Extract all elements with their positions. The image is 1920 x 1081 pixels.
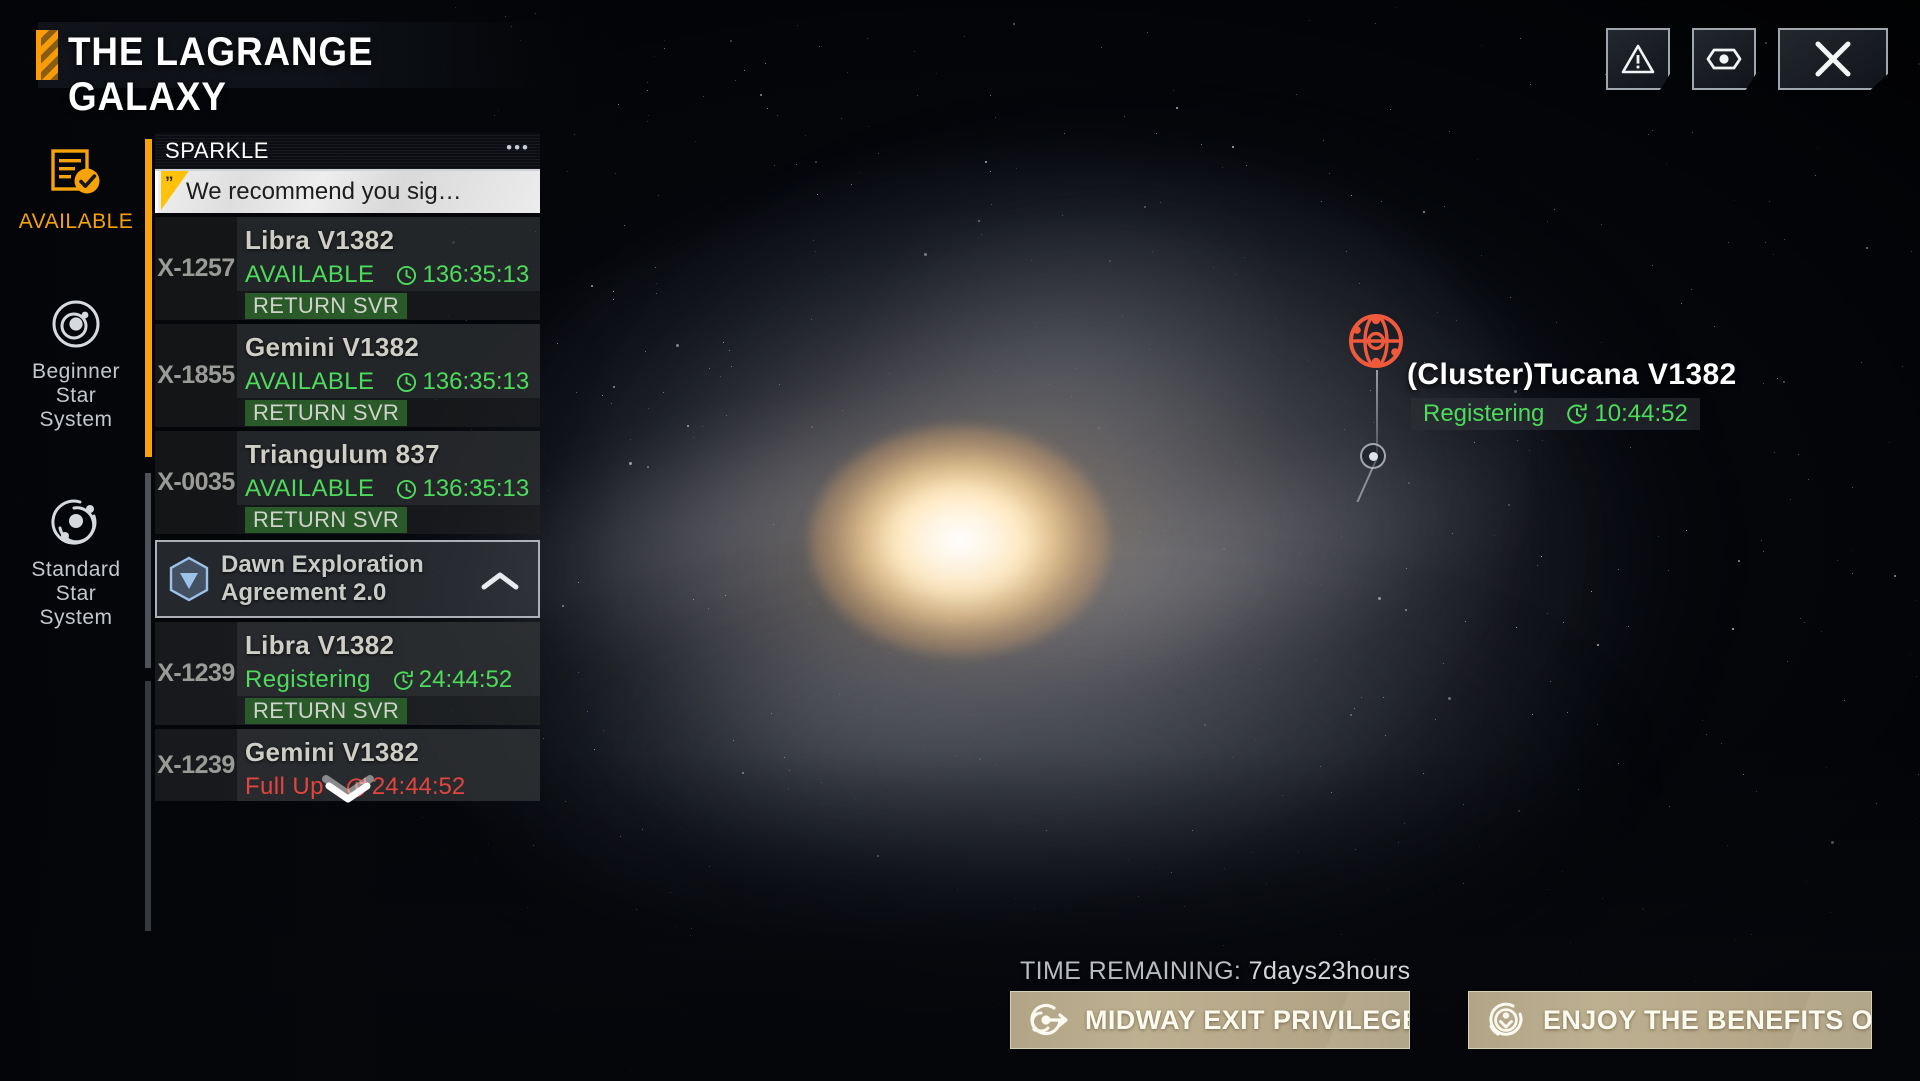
server-tag: RETURN SVR bbox=[245, 698, 408, 724]
agreement-title-line2: Agreement 2.0 bbox=[221, 579, 387, 606]
clock-refresh-icon bbox=[1567, 403, 1588, 424]
server-name: Gemini V1382 bbox=[245, 332, 420, 362]
sidebar-nav: AVAILABLE Beginner Star System Standard … bbox=[0, 140, 152, 686]
clock-refresh-icon bbox=[393, 670, 413, 690]
server-timer: 136:35:13 bbox=[422, 261, 530, 288]
server-id: X-1239 bbox=[155, 622, 237, 725]
server-row[interactable]: X-1239 Libra V1382 Registering 24:44:52 … bbox=[155, 622, 540, 725]
server-id: X-0035 bbox=[155, 431, 237, 534]
server-name: Libra V1382 bbox=[245, 225, 395, 255]
agreement-title: Dawn Exploration Agreement 2.0 bbox=[221, 551, 424, 607]
page-title: THE LAGRANGE GALAXY bbox=[68, 30, 374, 119]
server-timer: 136:35:13 bbox=[422, 368, 530, 395]
hexagon-triangle-icon bbox=[169, 556, 209, 602]
cluster-status: Registering bbox=[1423, 400, 1545, 427]
cluster-anchor-node[interactable] bbox=[1360, 443, 1386, 469]
sidebar-item-label: Beginner Star System bbox=[31, 360, 121, 431]
clock-icon bbox=[397, 372, 417, 392]
exit-arrow-icon-wrap bbox=[1011, 1000, 1085, 1040]
exit-arrow-icon bbox=[1030, 1003, 1068, 1036]
cluster-status-badge: Registering 10:44:52 bbox=[1411, 398, 1700, 430]
download-refresh-icon bbox=[1489, 1002, 1523, 1036]
server-row[interactable]: X-1257 Libra V1382 AVAILABLE 136:35:13 R… bbox=[155, 217, 540, 320]
server-timer: 24:44:52 bbox=[418, 666, 513, 693]
orbit-icon bbox=[51, 499, 97, 545]
sidebar-item-standard-star-system[interactable]: Standard Star System bbox=[0, 488, 152, 640]
server-timer-group: 136:35:13 bbox=[396, 475, 529, 503]
server-timer: 136:35:13 bbox=[422, 475, 530, 502]
warning-button[interactable] bbox=[1606, 28, 1670, 90]
close-x-icon bbox=[1815, 41, 1851, 77]
midway-exit-privilege-button[interactable]: MIDWAY EXIT PRIVILEGE bbox=[1010, 991, 1410, 1049]
recommendation-banner[interactable]: ” We recommend you sig… bbox=[155, 171, 540, 213]
clock-icon bbox=[397, 265, 417, 285]
group-title: SPARKLE bbox=[165, 138, 270, 163]
chevron-up-icon bbox=[481, 572, 519, 590]
group-header[interactable]: SPARKLE ••• bbox=[155, 133, 540, 171]
cluster-timer: 10:44:52 bbox=[1594, 400, 1688, 427]
server-status: AVAILABLE bbox=[245, 261, 375, 288]
server-tag: RETURN SVR bbox=[245, 400, 408, 426]
close-button[interactable] bbox=[1778, 28, 1888, 90]
recommendation-text: We recommend you sig… bbox=[186, 178, 462, 205]
checklist-icon bbox=[51, 149, 100, 194]
server-list-panel: SPARKLE ••• ” We recommend you sig… X-12… bbox=[145, 133, 540, 931]
header: THE LAGRANGE GALAXY bbox=[0, 0, 560, 119]
server-tag: RETURN SVR bbox=[245, 293, 408, 319]
sidebar-item-label: Standard Star System bbox=[31, 558, 121, 629]
warning-triangle-icon bbox=[1621, 44, 1655, 74]
panel-accent-tertiary bbox=[145, 681, 151, 931]
enjoy-benefits-label: ENJOY THE BENEFITS OF… bbox=[1543, 1004, 1872, 1035]
orbit-icon bbox=[52, 300, 100, 348]
server-id: X-1257 bbox=[155, 217, 237, 320]
cluster-node-icon bbox=[1349, 314, 1403, 368]
time-remaining-value: 7days23hours bbox=[1248, 957, 1411, 985]
server-id: X-1855 bbox=[155, 324, 237, 427]
midway-exit-privilege-label: MIDWAY EXIT PRIVILEGE bbox=[1085, 1004, 1410, 1035]
server-timer-group: 136:35:13 bbox=[396, 261, 529, 289]
group-menu-icon[interactable]: ••• bbox=[506, 138, 530, 158]
server-timer-group: 24:44:52 bbox=[393, 666, 512, 694]
scroll-down-button[interactable] bbox=[155, 771, 540, 805]
cluster-name: (Cluster)Tucana V1382 bbox=[1407, 358, 1737, 391]
sidebar-item-beginner-star-system[interactable]: Beginner Star System bbox=[0, 290, 152, 442]
eye-icon bbox=[1706, 48, 1742, 70]
time-remaining-label: TIME REMAINING: bbox=[1020, 957, 1242, 985]
server-status: AVAILABLE bbox=[245, 475, 375, 502]
download-refresh-icon-wrap bbox=[1469, 1000, 1543, 1040]
cluster-timer-group: 10:44:52 bbox=[1566, 400, 1688, 428]
cluster-icon-wrap bbox=[1345, 310, 1407, 377]
clock-icon bbox=[397, 479, 417, 499]
enjoy-benefits-button[interactable]: ENJOY THE BENEFITS OF… bbox=[1468, 991, 1872, 1049]
sidebar-item-available[interactable]: AVAILABLE bbox=[0, 140, 152, 244]
header-accent-mark bbox=[36, 30, 58, 80]
server-status: AVAILABLE bbox=[245, 368, 375, 395]
agreement-title-line1: Dawn Exploration bbox=[221, 551, 424, 578]
server-name: Gemini V1382 bbox=[245, 737, 420, 767]
bottom-action-bar: TIME REMAINING: 7days23hours MIDWAY EXIT… bbox=[1010, 957, 1890, 1049]
server-name: Triangulum 837 bbox=[245, 439, 440, 469]
top-right-button-group bbox=[1606, 28, 1888, 90]
sidebar-item-label: AVAILABLE bbox=[18, 210, 134, 233]
agreement-header[interactable]: Dawn Exploration Agreement 2.0 bbox=[155, 540, 540, 618]
chevron-down-icon bbox=[321, 775, 374, 803]
agreement-collapse-toggle[interactable] bbox=[480, 570, 520, 597]
server-status: Registering bbox=[245, 666, 371, 693]
visibility-button[interactable] bbox=[1692, 28, 1756, 90]
time-remaining: TIME REMAINING: 7days23hours bbox=[1020, 957, 1411, 986]
server-row[interactable]: X-0035 Triangulum 837 AVAILABLE 136:35:1… bbox=[155, 431, 540, 534]
quote-icon: ” bbox=[165, 173, 174, 192]
server-row[interactable]: X-1855 Gemini V1382 AVAILABLE 136:35:13 … bbox=[155, 324, 540, 427]
server-timer-group: 136:35:13 bbox=[396, 368, 529, 396]
agreement-icon-wrap bbox=[157, 556, 221, 602]
server-tag: RETURN SVR bbox=[245, 507, 408, 533]
server-name: Libra V1382 bbox=[245, 630, 395, 660]
